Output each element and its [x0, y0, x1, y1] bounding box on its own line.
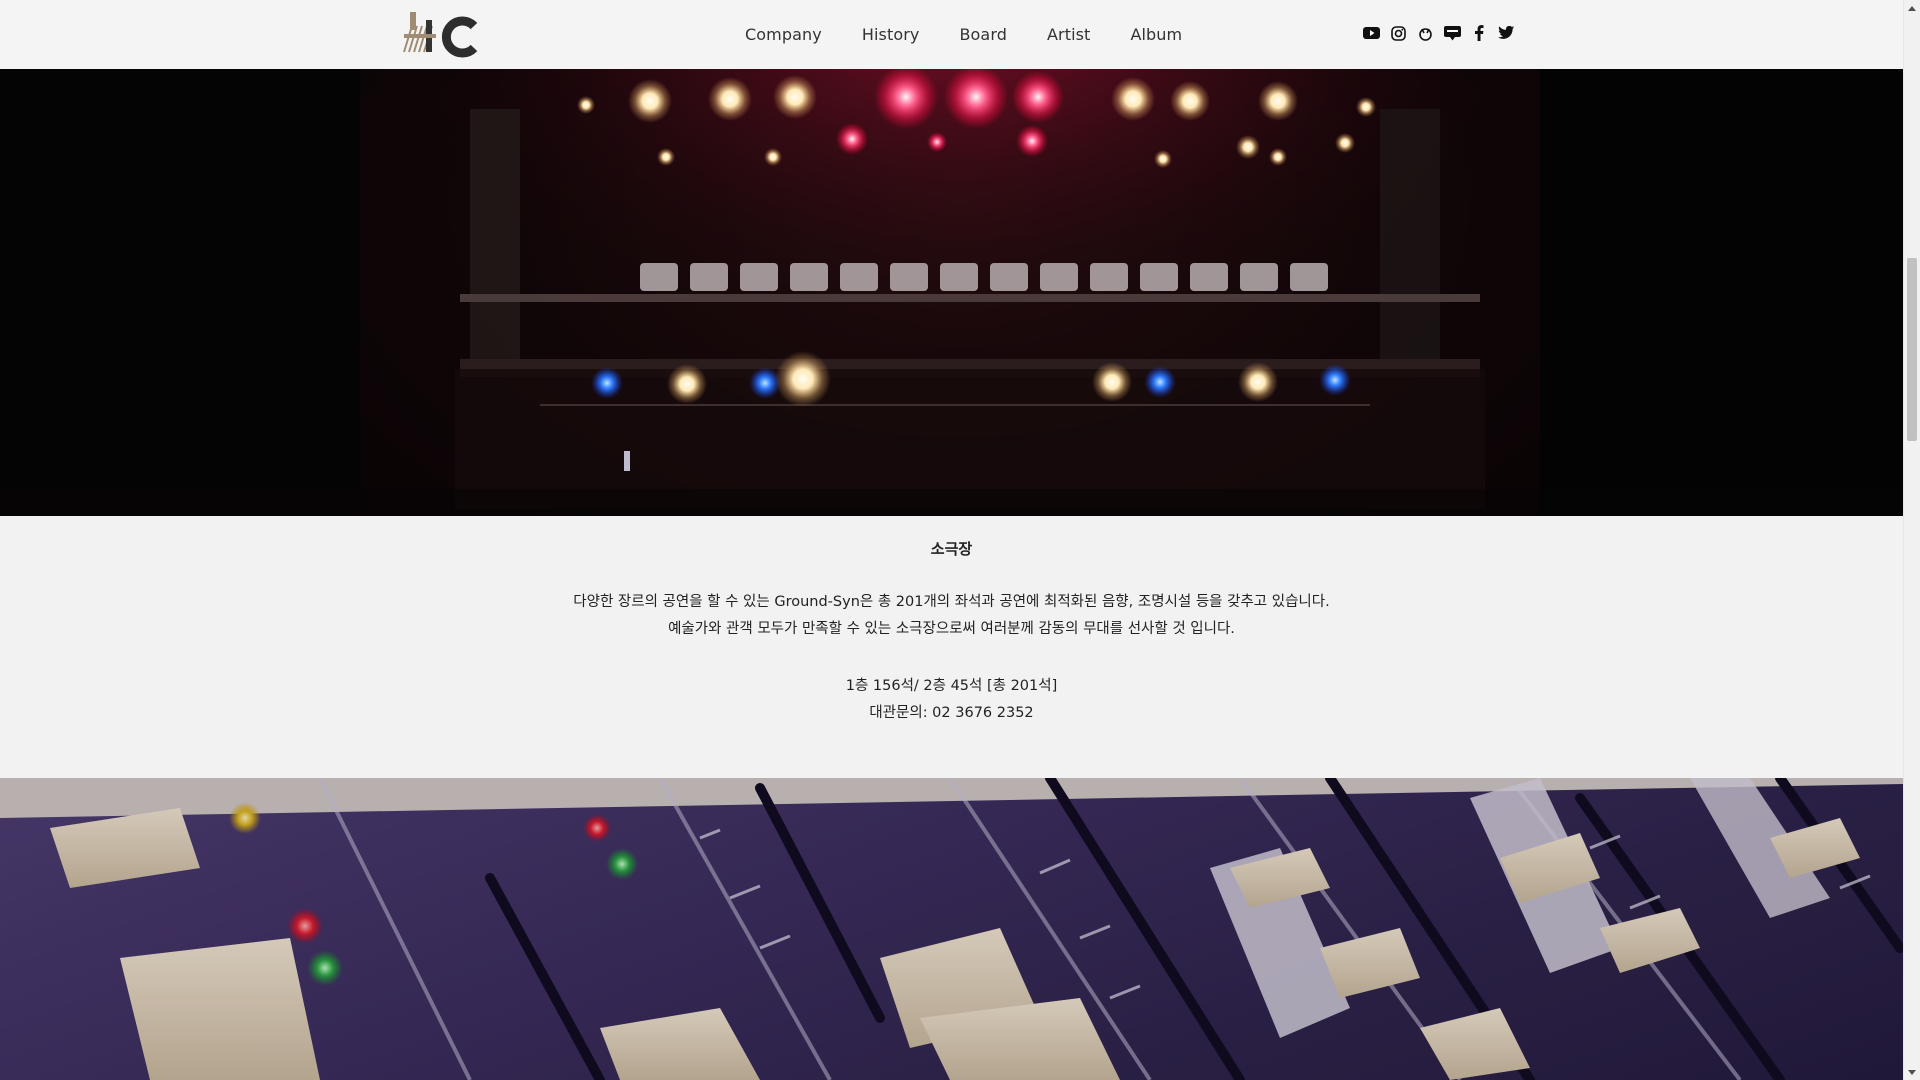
nav-company[interactable]: Company: [745, 25, 822, 44]
site-header: Company History Board Artist Album: [0, 0, 1903, 69]
venue-desc-line-1: 다양한 장르의 공연을 할 수 있는 Ground-Syn은 총 201개의 좌…: [573, 594, 1330, 610]
audio-mixer-photo: [0, 778, 1903, 1080]
venue-seat-count: 1층 156석/ 2층 45석 [총 201석]: [845, 678, 1058, 694]
social-links: [1362, 24, 1515, 42]
page-scrollbar[interactable]: [1903, 0, 1920, 1080]
youtube-icon[interactable]: [1362, 24, 1380, 42]
site-logo[interactable]: [400, 12, 482, 58]
scroll-down-arrow-icon[interactable]: [1904, 1064, 1920, 1080]
facebook-icon[interactable]: [1470, 24, 1488, 42]
naver-post-icon[interactable]: [1416, 24, 1434, 42]
twitter-icon[interactable]: [1497, 24, 1515, 42]
nav-board[interactable]: Board: [959, 25, 1007, 44]
venue-rental-contact: 대관문의: 02 3676 2352: [869, 705, 1034, 721]
nav-history[interactable]: History: [862, 25, 920, 44]
scroll-thumb[interactable]: [1907, 258, 1917, 441]
scroll-up-arrow-icon[interactable]: [1904, 0, 1920, 16]
nav-artist[interactable]: Artist: [1047, 25, 1090, 44]
theater-stage-photo: [0, 69, 1903, 516]
venue-info: 소극장 다양한 장르의 공연을 할 수 있는 Ground-Syn은 총 201…: [0, 516, 1903, 778]
venue-title: 소극장: [930, 540, 973, 558]
main-nav: Company History Board Artist Album: [745, 0, 1222, 69]
blog-icon[interactable]: [1443, 24, 1461, 42]
nav-album[interactable]: Album: [1130, 25, 1182, 44]
instagram-icon[interactable]: [1389, 24, 1407, 42]
venue-seat-info: 1층 156석/ 2층 45석 [총 201석] 대관문의: 02 3676 2…: [0, 673, 1903, 727]
venue-desc-line-2: 예술가와 관객 모두가 만족할 수 있는 소극장으로써 여러분께 감동의 무대를…: [668, 621, 1235, 637]
venue-description: 다양한 장르의 공연을 할 수 있는 Ground-Syn은 총 201개의 좌…: [0, 589, 1903, 643]
